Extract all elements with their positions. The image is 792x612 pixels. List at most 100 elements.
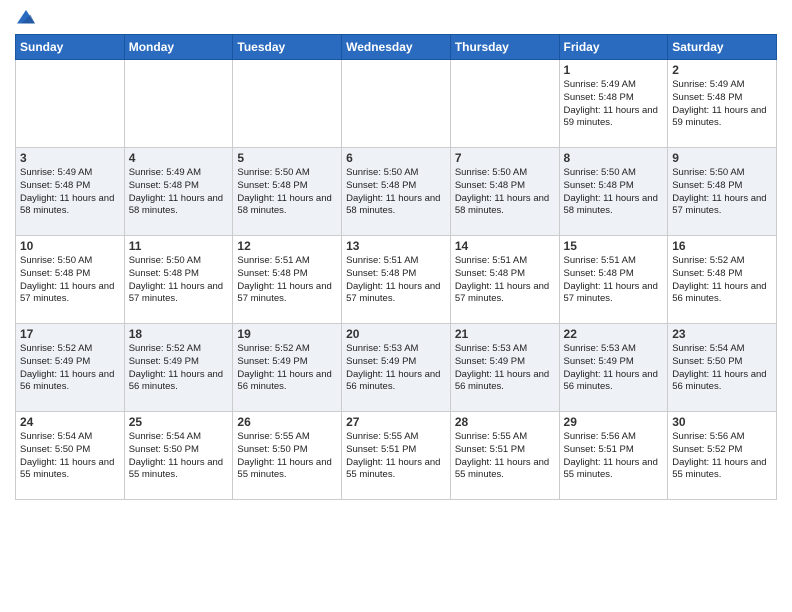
calendar-cell: 9 Sunrise: 5:50 AMSunset: 5:48 PMDaylight… — [668, 148, 777, 236]
cell-daylight-info: Sunrise: 5:50 AMSunset: 5:48 PMDaylight:… — [237, 167, 337, 218]
day-number: 28 — [455, 415, 555, 429]
day-number: 12 — [237, 239, 337, 253]
day-number: 9 — [672, 151, 772, 165]
day-number: 19 — [237, 327, 337, 341]
day-number: 24 — [20, 415, 120, 429]
calendar-cell — [233, 60, 342, 148]
calendar-cell: 17 Sunrise: 5:52 AMSunset: 5:49 PMDayligh… — [16, 324, 125, 412]
cell-daylight-info: Sunrise: 5:51 AMSunset: 5:48 PMDaylight:… — [237, 255, 337, 306]
cell-daylight-info: Sunrise: 5:56 AMSunset: 5:52 PMDaylight:… — [672, 431, 772, 482]
weekday-header-monday: Monday — [124, 35, 233, 60]
cell-daylight-info: Sunrise: 5:50 AMSunset: 5:48 PMDaylight:… — [346, 167, 446, 218]
cell-daylight-info: Sunrise: 5:53 AMSunset: 5:49 PMDaylight:… — [455, 343, 555, 394]
calendar-cell — [450, 60, 559, 148]
calendar-cell: 10 Sunrise: 5:50 AMSunset: 5:48 PMDayligh… — [16, 236, 125, 324]
day-number: 13 — [346, 239, 446, 253]
cell-daylight-info: Sunrise: 5:52 AMSunset: 5:49 PMDaylight:… — [129, 343, 229, 394]
calendar-cell: 15 Sunrise: 5:51 AMSunset: 5:48 PMDayligh… — [559, 236, 668, 324]
logo — [15, 10, 35, 30]
cell-daylight-info: Sunrise: 5:52 AMSunset: 5:49 PMDaylight:… — [20, 343, 120, 394]
page: SundayMondayTuesdayWednesdayThursdayFrid… — [0, 0, 792, 515]
calendar-row-4: 24 Sunrise: 5:54 AMSunset: 5:50 PMDayligh… — [16, 412, 777, 500]
day-number: 27 — [346, 415, 446, 429]
cell-daylight-info: Sunrise: 5:54 AMSunset: 5:50 PMDaylight:… — [129, 431, 229, 482]
calendar-cell: 3 Sunrise: 5:49 AMSunset: 5:48 PMDaylight… — [16, 148, 125, 236]
cell-daylight-info: Sunrise: 5:50 AMSunset: 5:48 PMDaylight:… — [455, 167, 555, 218]
cell-daylight-info: Sunrise: 5:50 AMSunset: 5:48 PMDaylight:… — [564, 167, 664, 218]
cell-daylight-info: Sunrise: 5:55 AMSunset: 5:51 PMDaylight:… — [346, 431, 446, 482]
calendar-cell: 20 Sunrise: 5:53 AMSunset: 5:49 PMDayligh… — [342, 324, 451, 412]
day-number: 20 — [346, 327, 446, 341]
day-number: 25 — [129, 415, 229, 429]
day-number: 16 — [672, 239, 772, 253]
cell-daylight-info: Sunrise: 5:49 AMSunset: 5:48 PMDaylight:… — [672, 79, 772, 130]
day-number: 5 — [237, 151, 337, 165]
cell-daylight-info: Sunrise: 5:50 AMSunset: 5:48 PMDaylight:… — [20, 255, 120, 306]
calendar-row-0: 1Sunrise: 5:49 AMSunset: 5:48 PMDaylight… — [16, 60, 777, 148]
calendar-cell: 6Sunrise: 5:50 AMSunset: 5:48 PMDaylight… — [342, 148, 451, 236]
day-number: 17 — [20, 327, 120, 341]
day-number: 26 — [237, 415, 337, 429]
cell-daylight-info: Sunrise: 5:49 AMSunset: 5:48 PMDaylight:… — [564, 79, 664, 130]
cell-daylight-info: Sunrise: 5:56 AMSunset: 5:51 PMDaylight:… — [564, 431, 664, 482]
calendar-cell: 25 Sunrise: 5:54 AMSunset: 5:50 PMDayligh… — [124, 412, 233, 500]
calendar-cell: 28 Sunrise: 5:55 AMSunset: 5:51 PMDayligh… — [450, 412, 559, 500]
cell-daylight-info: Sunrise: 5:52 AMSunset: 5:49 PMDaylight:… — [237, 343, 337, 394]
calendar-cell: 27 Sunrise: 5:55 AMSunset: 5:51 PMDayligh… — [342, 412, 451, 500]
calendar-cell: 29 Sunrise: 5:56 AMSunset: 5:51 PMDayligh… — [559, 412, 668, 500]
calendar-header-row: SundayMondayTuesdayWednesdayThursdayFrid… — [16, 35, 777, 60]
calendar-cell: 22Sunrise: 5:53 AMSunset: 5:49 PMDayligh… — [559, 324, 668, 412]
calendar-table: SundayMondayTuesdayWednesdayThursdayFrid… — [15, 34, 777, 500]
cell-daylight-info: Sunrise: 5:54 AMSunset: 5:50 PMDaylight:… — [672, 343, 772, 394]
calendar-cell — [16, 60, 125, 148]
cell-daylight-info: Sunrise: 5:51 AMSunset: 5:48 PMDaylight:… — [564, 255, 664, 306]
calendar-cell — [124, 60, 233, 148]
day-number: 3 — [20, 151, 120, 165]
calendar-row-1: 3 Sunrise: 5:49 AMSunset: 5:48 PMDaylight… — [16, 148, 777, 236]
calendar-row-3: 17 Sunrise: 5:52 AMSunset: 5:49 PMDayligh… — [16, 324, 777, 412]
calendar-cell — [342, 60, 451, 148]
calendar-cell: 11 Sunrise: 5:50 AMSunset: 5:48 PMDayligh… — [124, 236, 233, 324]
calendar-cell: 8 Sunrise: 5:50 AMSunset: 5:48 PMDaylight… — [559, 148, 668, 236]
cell-daylight-info: Sunrise: 5:53 AMSunset: 5:49 PMDaylight:… — [346, 343, 446, 394]
day-number: 14 — [455, 239, 555, 253]
weekday-header-friday: Friday — [559, 35, 668, 60]
header — [15, 10, 777, 26]
calendar-cell: 7Sunrise: 5:50 AMSunset: 5:48 PMDaylight… — [450, 148, 559, 236]
cell-daylight-info: Sunrise: 5:50 AMSunset: 5:48 PMDaylight:… — [672, 167, 772, 218]
day-number: 10 — [20, 239, 120, 253]
cell-daylight-info: Sunrise: 5:54 AMSunset: 5:50 PMDaylight:… — [20, 431, 120, 482]
logo-icon — [17, 10, 35, 28]
calendar-cell: 23Sunrise: 5:54 AMSunset: 5:50 PMDayligh… — [668, 324, 777, 412]
day-number: 2 — [672, 63, 772, 77]
calendar-cell: 18Sunrise: 5:52 AMSunset: 5:49 PMDayligh… — [124, 324, 233, 412]
weekday-header-tuesday: Tuesday — [233, 35, 342, 60]
cell-daylight-info: Sunrise: 5:55 AMSunset: 5:50 PMDaylight:… — [237, 431, 337, 482]
cell-daylight-info: Sunrise: 5:52 AMSunset: 5:48 PMDaylight:… — [672, 255, 772, 306]
weekday-header-wednesday: Wednesday — [342, 35, 451, 60]
weekday-header-sunday: Sunday — [16, 35, 125, 60]
day-number: 30 — [672, 415, 772, 429]
logo-area — [15, 10, 35, 26]
weekday-header-thursday: Thursday — [450, 35, 559, 60]
cell-daylight-info: Sunrise: 5:55 AMSunset: 5:51 PMDaylight:… — [455, 431, 555, 482]
day-number: 29 — [564, 415, 664, 429]
day-number: 21 — [455, 327, 555, 341]
calendar-cell: 21 Sunrise: 5:53 AMSunset: 5:49 PMDayligh… — [450, 324, 559, 412]
calendar-cell: 5 Sunrise: 5:50 AMSunset: 5:48 PMDaylight… — [233, 148, 342, 236]
calendar-cell: 13Sunrise: 5:51 AMSunset: 5:48 PMDayligh… — [342, 236, 451, 324]
calendar-cell: 26 Sunrise: 5:55 AMSunset: 5:50 PMDayligh… — [233, 412, 342, 500]
calendar-cell: 19 Sunrise: 5:52 AMSunset: 5:49 PMDayligh… — [233, 324, 342, 412]
calendar-cell: 2 Sunrise: 5:49 AMSunset: 5:48 PMDaylight… — [668, 60, 777, 148]
calendar-cell: 4Sunrise: 5:49 AMSunset: 5:48 PMDaylight… — [124, 148, 233, 236]
cell-daylight-info: Sunrise: 5:49 AMSunset: 5:48 PMDaylight:… — [20, 167, 120, 218]
cell-daylight-info: Sunrise: 5:50 AMSunset: 5:48 PMDaylight:… — [129, 255, 229, 306]
calendar-cell: 12 Sunrise: 5:51 AMSunset: 5:48 PMDayligh… — [233, 236, 342, 324]
day-number: 22 — [564, 327, 664, 341]
calendar-cell: 1Sunrise: 5:49 AMSunset: 5:48 PMDaylight… — [559, 60, 668, 148]
day-number: 8 — [564, 151, 664, 165]
day-number: 15 — [564, 239, 664, 253]
calendar-row-2: 10 Sunrise: 5:50 AMSunset: 5:48 PMDayligh… — [16, 236, 777, 324]
calendar-cell: 16 Sunrise: 5:52 AMSunset: 5:48 PMDayligh… — [668, 236, 777, 324]
day-number: 11 — [129, 239, 229, 253]
